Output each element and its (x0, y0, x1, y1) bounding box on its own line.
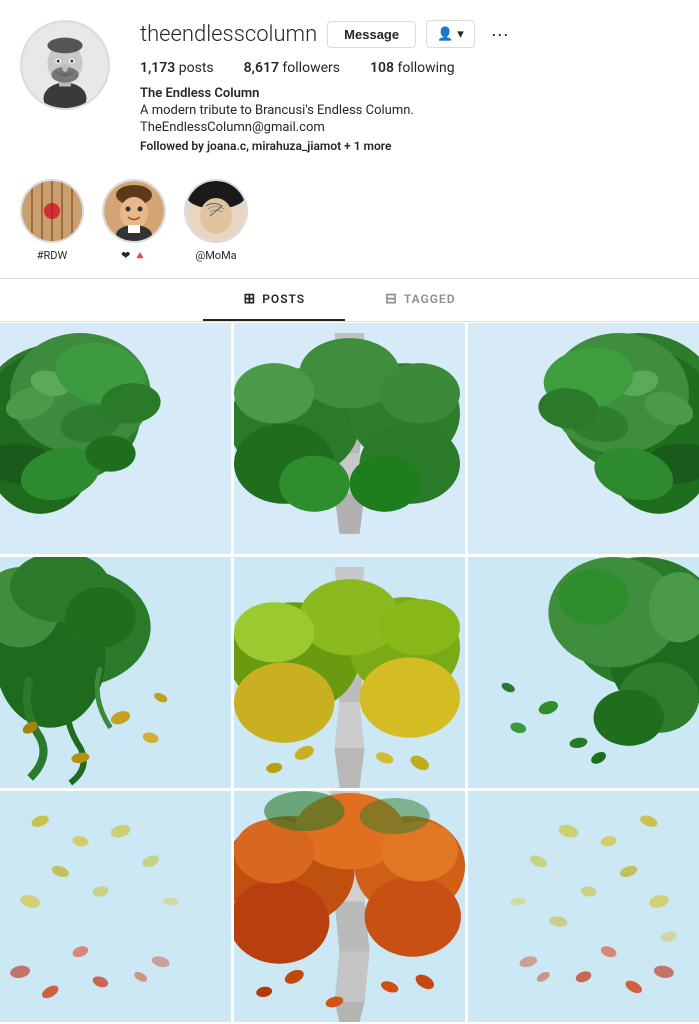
following-stat: 108 following (370, 60, 455, 76)
grid-item-4[interactable] (0, 557, 231, 788)
followers-stat: 8,617 followers (244, 60, 340, 76)
grid-item-2[interactable] (234, 323, 465, 554)
story-item-heart[interactable]: ❤ 🔺 (102, 179, 166, 262)
followers-label: followers (282, 60, 340, 76)
tab-posts[interactable]: ⊞ POSTS (203, 279, 345, 321)
tabs-divider (0, 321, 699, 322)
following-value: 108 (370, 60, 394, 76)
tabs-bar: ⊞ POSTS ⊟ TAGGED (0, 279, 699, 321)
posts-stat: 1,173 posts (140, 60, 214, 76)
profile-top-row: theendlesscolumn Message 👤 ▾ ··· (140, 20, 679, 48)
grid-icon: ⊞ (243, 291, 256, 307)
tab-tagged-label: TAGGED (404, 292, 456, 306)
grid-item-3[interactable] (468, 323, 699, 554)
followed-by-users: joana.c, mirahuza_jiamot (207, 139, 341, 153)
bio-email: TheEndlessColumn@gmail.com (140, 120, 679, 135)
stories-section: #RDW (0, 163, 699, 278)
bio-description: A modern tribute to Brancusi's Endless C… (140, 103, 679, 118)
more-options-button[interactable]: ··· (485, 24, 515, 45)
posts-value: 1,173 (140, 60, 175, 76)
profile-info: theendlesscolumn Message 👤 ▾ ··· 1,173 p… (140, 20, 679, 153)
photo-grid (0, 323, 699, 1022)
grid-item-9[interactable] (468, 791, 699, 1022)
grid-item-7[interactable] (0, 791, 231, 1022)
story-label-rdw: #RDW (37, 249, 68, 262)
stats-row: 1,173 posts 8,617 followers 108 followin… (140, 60, 679, 76)
story-label-heart: ❤ 🔺 (121, 249, 147, 262)
following-label: following (397, 60, 454, 76)
tag-icon: ⊟ (385, 291, 398, 307)
message-button[interactable]: Message (327, 21, 416, 48)
avatar (20, 20, 110, 110)
follow-dropdown-button[interactable]: 👤 ▾ (426, 20, 475, 48)
followed-by: Followed by joana.c, mirahuza_jiamot + 1… (140, 139, 679, 153)
followers-value: 8,617 (244, 60, 279, 76)
followed-by-text: Followed by (140, 139, 204, 153)
grid-item-5[interactable] (234, 557, 465, 788)
story-circle-moma[interactable] (184, 179, 248, 243)
grid-item-8[interactable] (234, 791, 465, 1022)
story-item-rdw[interactable]: #RDW (20, 179, 84, 262)
grid-item-6[interactable] (468, 557, 699, 788)
story-item-moma[interactable]: @MoMa (184, 179, 248, 262)
tab-posts-label: POSTS (262, 292, 305, 306)
profile-header: theendlesscolumn Message 👤 ▾ ··· 1,173 p… (0, 0, 699, 163)
story-label-moma: @MoMa (195, 249, 236, 262)
tab-tagged[interactable]: ⊟ TAGGED (345, 279, 495, 321)
person-icon: 👤 (437, 26, 453, 42)
followed-by-more: + 1 more (344, 139, 391, 153)
username: theendlesscolumn (140, 22, 317, 47)
chevron-down-icon: ▾ (457, 26, 464, 42)
posts-label: posts (179, 60, 214, 76)
story-circle-rdw[interactable] (20, 179, 84, 243)
story-circle-heart[interactable] (102, 179, 166, 243)
grid-item-1[interactable] (0, 323, 231, 554)
bio-name: The Endless Column (140, 86, 679, 101)
